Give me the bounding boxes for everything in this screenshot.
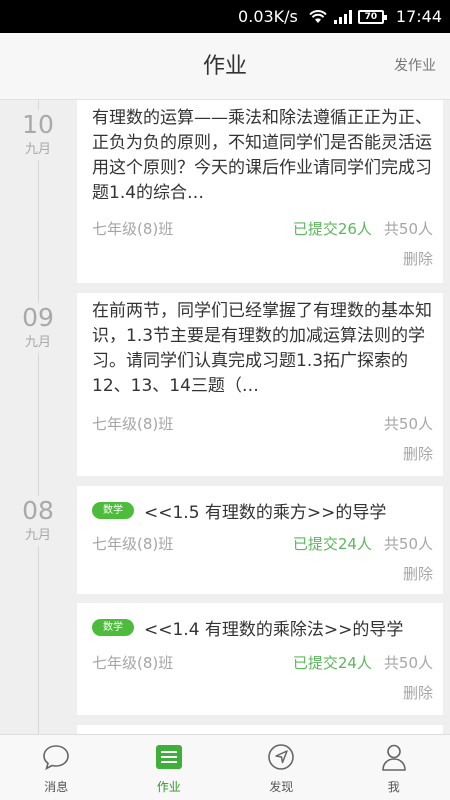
status-bar: 0.03K/s 70 17:44 xyxy=(0,0,450,33)
app-header: 作业 发作业 xyxy=(0,33,450,100)
homework-meta: 七年级(8)班 已提交24人 共50人 xyxy=(92,651,433,673)
date-month: 九月 xyxy=(0,333,76,353)
homework-card[interactable]: 数学 <<1.5 有理数的乘方>>的导学 七年级(8)班 已提交24人 共50人… xyxy=(77,486,443,594)
delete-button[interactable]: 删除 xyxy=(403,563,433,584)
homework-card[interactable] xyxy=(77,725,443,734)
homework-list-icon xyxy=(155,745,182,769)
homework-description: 在前两节，同学们已经掌握了有理数的基本知识，1.3节主要是有理数的加减运算法则的… xyxy=(92,301,432,396)
class-name: 七年级(8)班 xyxy=(92,653,174,672)
homework-card[interactable]: 在前两节，同学们已经掌握了有理数的基本知识，1.3节主要是有理数的加减运算法则的… xyxy=(77,293,443,476)
subject-tag: 数学 xyxy=(92,502,134,519)
class-name: 七年级(8)班 xyxy=(92,534,174,553)
homework-meta: 七年级(8)班 已提交24人 共50人 xyxy=(92,532,433,554)
date-badge: 08 九月 xyxy=(0,496,76,546)
nav-item-discover[interactable]: 发现 xyxy=(225,735,338,800)
submitted-count: 已提交24人 xyxy=(292,653,372,672)
network-speed: 0.03K/s xyxy=(238,7,298,26)
subject-tag: 数学 xyxy=(92,619,134,636)
person-icon xyxy=(381,744,406,771)
date-month: 九月 xyxy=(0,140,76,160)
delete-button[interactable]: 删除 xyxy=(403,682,433,703)
date-month: 九月 xyxy=(0,526,76,546)
date-day: 10 xyxy=(0,110,76,140)
homework-title: <<1.4 有理数的乘除法>>的导学 xyxy=(144,620,404,640)
nav-label: 发现 xyxy=(269,780,294,794)
nav-item-me[interactable]: 我 xyxy=(338,735,450,800)
nav-item-messages[interactable]: 消息 xyxy=(0,735,113,800)
submitted-count: 已提交24人 xyxy=(292,534,372,553)
timeline-line xyxy=(38,100,39,734)
nav-item-homework[interactable]: 作业 xyxy=(113,735,226,800)
date-day: 09 xyxy=(0,303,76,333)
homework-title-row: 数学 <<1.4 有理数的乘除法>>的导学 xyxy=(92,615,435,640)
post-homework-button[interactable]: 发作业 xyxy=(394,33,436,100)
date-badge: 09 九月 xyxy=(0,303,76,353)
homework-meta: 七年级(8)班 共50人 xyxy=(92,412,433,434)
homework-title-row: 数学 <<1.5 有理数的乘方>>的导学 xyxy=(92,498,435,523)
homework-card[interactable]: 数学 <<1.4 有理数的乘除法>>的导学 七年级(8)班 已提交24人 共50… xyxy=(77,603,443,715)
nav-label: 作业 xyxy=(156,780,181,794)
total-count: 共50人 xyxy=(383,414,433,433)
homework-timeline[interactable]: 10 九月 有理数的运算——乘法和除法遵循正正为正、正负为负的原则，不知道同学们… xyxy=(0,100,450,734)
page-title: 作业 xyxy=(202,54,247,79)
total-count: 共50人 xyxy=(383,219,433,238)
signal-icon xyxy=(333,9,352,24)
homework-description: 有理数的运算——乘法和除法遵循正正为正、正负为负的原则，不知道同学们是否能灵活运… xyxy=(92,108,432,203)
compass-icon xyxy=(268,744,295,770)
homework-title: <<1.5 有理数的乘方>>的导学 xyxy=(144,503,387,523)
homework-card[interactable]: 有理数的运算——乘法和除法遵循正正为正、正负为负的原则，不知道同学们是否能灵活运… xyxy=(77,100,443,283)
total-count: 共50人 xyxy=(383,534,433,553)
class-name: 七年级(8)班 xyxy=(92,414,174,433)
clock: 17:44 xyxy=(395,7,442,26)
nav-label: 消息 xyxy=(44,780,69,794)
wifi-icon xyxy=(308,9,328,25)
total-count: 共50人 xyxy=(383,653,433,672)
nav-label: 我 xyxy=(387,780,400,794)
delete-button[interactable]: 删除 xyxy=(403,248,433,269)
chat-bubble-icon xyxy=(43,745,70,771)
battery-icon: 70 xyxy=(357,9,387,24)
date-badge: 10 九月 xyxy=(0,110,76,160)
homework-meta: 七年级(8)班 已提交26人 共50人 xyxy=(92,217,433,239)
bottom-nav: 消息 作业 发现 我 xyxy=(0,734,450,800)
delete-button[interactable]: 删除 xyxy=(403,443,433,464)
submitted-count: 已提交26人 xyxy=(292,219,372,238)
date-day: 08 xyxy=(0,496,76,526)
class-name: 七年级(8)班 xyxy=(92,219,174,238)
